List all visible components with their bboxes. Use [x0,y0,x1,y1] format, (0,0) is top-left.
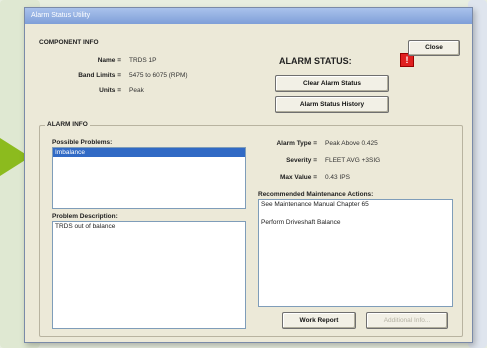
band-limits-value: 5475 to 6075 (RPM) [129,72,188,79]
alarm-type-label: Alarm Type = [276,140,317,147]
clear-alarm-status-button[interactable]: Clear Alarm Status [275,75,389,92]
alarm-info-heading: ALARM INFO [45,121,90,128]
units-label: Units = [99,87,121,94]
units-value: Peak [129,87,144,94]
name-label: Name = [97,57,121,64]
problem-description-label: Problem Description: [52,213,118,220]
component-info-heading: COMPONENT INFO [39,39,99,46]
window-title: Alarm Status Utility [31,12,91,19]
problem-description-field[interactable]: TRDS out of balance [52,221,246,329]
alarm-status-window: Alarm Status Utility COMPONENT INFO Name… [24,7,473,343]
possible-problems-label: Possible Problems: [52,139,113,146]
problem-description-text: TRDS out of balance [55,223,116,230]
band-limits-label: Band Limits = [78,72,121,79]
name-value: TRDS 1P [129,57,157,64]
recommended-actions-field[interactable]: See Maintenance Manual Chapter 65 Perfor… [258,199,453,307]
list-item[interactable]: Imbalance [53,148,245,157]
additional-info-button[interactable]: Additional Info... [366,312,448,329]
recommended-actions-label: Recommended Maintenance Actions: [258,191,374,198]
max-value-label: Max Value = [279,174,317,181]
recommended-action-line: See Maintenance Manual Chapter 65 [261,201,369,208]
max-value-value: 0.43 IPS [325,174,350,181]
close-button[interactable]: Close [408,40,460,56]
alarm-type-value: Peak Above 0.425 [325,140,378,147]
severity-value: FLEET AVG +3SIG [325,157,381,164]
recommended-action-line: Perform Driveshaft Balance [261,219,341,226]
alarm-status-history-button[interactable]: Alarm Status History [275,96,389,113]
possible-problems-list[interactable]: Imbalance [52,147,246,209]
work-report-button[interactable]: Work Report [282,312,356,329]
window-titlebar: Alarm Status Utility [25,8,472,24]
recommended-action-line [259,209,452,218]
alarm-status-label: ALARM STATUS: [279,56,352,66]
severity-label: Severity = [286,157,317,164]
